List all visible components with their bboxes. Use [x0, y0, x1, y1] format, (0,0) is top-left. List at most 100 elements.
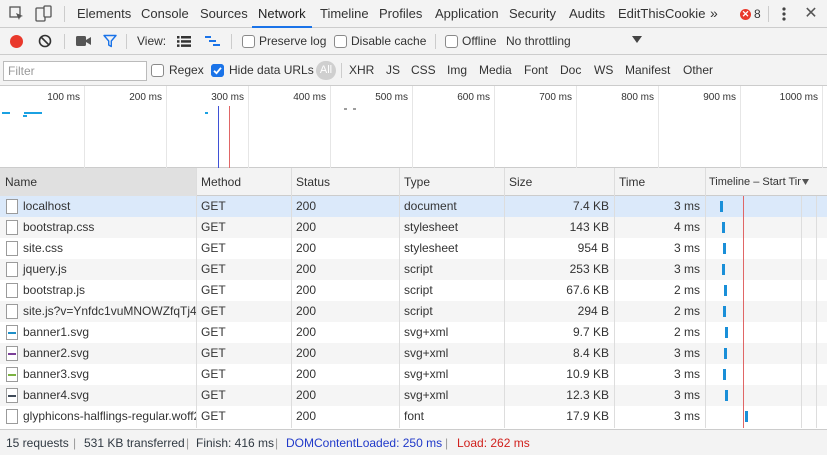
- request-name[interactable]: jquery.js: [18, 259, 196, 280]
- request-status: 200: [296, 220, 317, 234]
- separator: [126, 34, 127, 49]
- request-type: document: [404, 199, 457, 213]
- request-name[interactable]: banner3.svg: [18, 364, 196, 385]
- column-header-timeline[interactable]: Timeline – Start Time: [705, 168, 801, 196]
- grid-line: [740, 86, 741, 168]
- more-tabs-button[interactable]: »: [710, 0, 718, 28]
- document-icon: [6, 199, 18, 214]
- request-time: 3 ms: [673, 346, 700, 360]
- request-name[interactable]: banner1.svg: [18, 322, 196, 343]
- large-rows-icon[interactable]: [177, 36, 191, 47]
- close-devtools-button[interactable]: ✕: [803, 5, 819, 23]
- error-icon: ✕: [740, 8, 751, 20]
- request-name[interactable]: site.js?v=Ynfdc1vuMNOWZfqTj4...: [18, 301, 196, 322]
- tab-console[interactable]: Console: [141, 0, 189, 28]
- request-type: stylesheet: [404, 241, 459, 255]
- filter-css-button[interactable]: CSS: [411, 55, 436, 86]
- filter-all-button[interactable]: All: [316, 61, 336, 80]
- table-row[interactable]: localhost GET 200 document 7.4 KB 3 ms: [0, 196, 827, 217]
- offline-checkbox[interactable]: [445, 35, 458, 48]
- overview-tick-label: 700 ms: [539, 92, 572, 103]
- column-divider: [291, 168, 292, 428]
- status-bar: 15 requests | 531 KB transferred | Finis…: [0, 429, 827, 455]
- tab-timeline[interactable]: Timeline: [320, 0, 369, 28]
- request-name[interactable]: glyphicons-halflings-regular.woff2: [18, 406, 196, 427]
- request-type: svg+xml: [404, 346, 449, 360]
- request-status: 200: [296, 304, 317, 318]
- chevron-down-icon[interactable]: [632, 36, 642, 43]
- tab-elements[interactable]: Elements: [77, 0, 131, 28]
- column-header-size[interactable]: Size: [504, 168, 614, 196]
- filter-font-button[interactable]: Font: [524, 55, 548, 86]
- table-row[interactable]: bootstrap.css GET 200 stylesheet 143 KB 4 ms: [0, 217, 827, 238]
- device-toolbar-icon[interactable]: [35, 5, 52, 22]
- table-row[interactable]: banner2.svg GET 200 svg+xml 8.4 KB 3 ms: [0, 343, 827, 364]
- record-button[interactable]: [10, 35, 23, 48]
- tab-network[interactable]: Network: [252, 0, 312, 28]
- timeline-grid-line: [801, 196, 802, 428]
- table-row[interactable]: site.css GET 200 stylesheet 954 B 3 ms: [0, 238, 827, 259]
- tab-editthiscookie[interactable]: EditThisCookie: [618, 0, 705, 28]
- filter-doc-button[interactable]: Doc: [560, 55, 581, 86]
- column-header-name[interactable]: Name: [0, 168, 196, 196]
- error-count: 8: [754, 7, 761, 21]
- separator: [231, 34, 232, 49]
- customize-menu-icon[interactable]: [778, 5, 790, 23]
- filter-media-button[interactable]: Media: [479, 55, 512, 86]
- request-name[interactable]: localhost: [18, 196, 196, 217]
- column-header-time[interactable]: Time: [614, 168, 705, 196]
- capture-screenshots-icon[interactable]: [76, 35, 91, 47]
- table-row[interactable]: jquery.js GET 200 script 253 KB 3 ms: [0, 259, 827, 280]
- column-header-status[interactable]: Status: [291, 168, 399, 196]
- table-row[interactable]: glyphicons-halflings-regular.woff2 GET 200…: [0, 406, 827, 427]
- disable-cache-checkbox[interactable]: [334, 35, 347, 48]
- request-size: 17.9 KB: [566, 409, 609, 423]
- overview-icon[interactable]: [205, 36, 220, 47]
- tab-application[interactable]: Application: [435, 0, 499, 28]
- sort-arrow-icon: [802, 179, 809, 185]
- filter-js-button[interactable]: JS: [386, 55, 400, 86]
- filter-input[interactable]: [3, 61, 147, 81]
- network-overview[interactable]: 100 ms 200 ms 300 ms 400 ms 500 ms 600 m…: [0, 86, 827, 168]
- request-status: 200: [296, 241, 317, 255]
- request-name[interactable]: banner2.svg: [18, 343, 196, 364]
- table-header: Name Method Status Type Size Time Timeli…: [0, 168, 827, 196]
- request-name[interactable]: bootstrap.js: [18, 280, 196, 301]
- hide-data-urls-checkbox[interactable]: [211, 64, 224, 77]
- overview-tick-label: 1000 ms: [779, 92, 818, 103]
- filter-icon[interactable]: [103, 34, 117, 48]
- preserve-log-checkbox[interactable]: [242, 35, 255, 48]
- image-icon: [6, 388, 18, 403]
- request-time: 2 ms: [673, 283, 700, 297]
- throttling-select[interactable]: No throttling: [506, 28, 571, 55]
- load-time: Load: 262 ms: [457, 436, 530, 450]
- request-name[interactable]: bootstrap.css: [18, 217, 196, 238]
- overview-request-bar: [24, 112, 42, 114]
- inspect-element-icon[interactable]: [9, 6, 24, 21]
- request-method: GET: [201, 325, 226, 339]
- filter-ws-button[interactable]: WS: [594, 55, 613, 86]
- filter-manifest-button[interactable]: Manifest: [625, 55, 670, 86]
- tab-sources[interactable]: Sources: [200, 0, 248, 28]
- column-header-method[interactable]: Method: [196, 168, 291, 196]
- tab-audits[interactable]: Audits: [569, 0, 605, 28]
- table-row[interactable]: banner4.svg GET 200 svg+xml 12.3 KB 3 ms: [0, 385, 827, 406]
- filter-xhr-button[interactable]: XHR: [349, 55, 374, 86]
- request-name[interactable]: banner4.svg: [18, 385, 196, 406]
- clear-icon[interactable]: [38, 34, 52, 48]
- regex-checkbox[interactable]: [151, 64, 164, 77]
- request-size: 143 KB: [569, 220, 609, 234]
- overview-tick-label: 900 ms: [703, 92, 736, 103]
- timeline-grid-line: [816, 196, 817, 428]
- filter-img-button[interactable]: Img: [447, 55, 467, 86]
- filter-other-button[interactable]: Other: [683, 55, 713, 86]
- error-counter[interactable]: ✕ 8: [740, 7, 761, 21]
- table-row[interactable]: banner1.svg GET 200 svg+xml 9.7 KB 2 ms: [0, 322, 827, 343]
- table-row[interactable]: bootstrap.js GET 200 script 67.6 KB 2 ms: [0, 280, 827, 301]
- table-row[interactable]: site.js?v=Ynfdc1vuMNOWZfqTj4... GET 200 scr…: [0, 301, 827, 322]
- column-header-type[interactable]: Type: [399, 168, 504, 196]
- tab-security[interactable]: Security: [509, 0, 556, 28]
- request-name[interactable]: site.css: [18, 238, 196, 259]
- tab-profiles[interactable]: Profiles: [379, 0, 422, 28]
- table-row[interactable]: banner3.svg GET 200 svg+xml 10.9 KB 3 ms: [0, 364, 827, 385]
